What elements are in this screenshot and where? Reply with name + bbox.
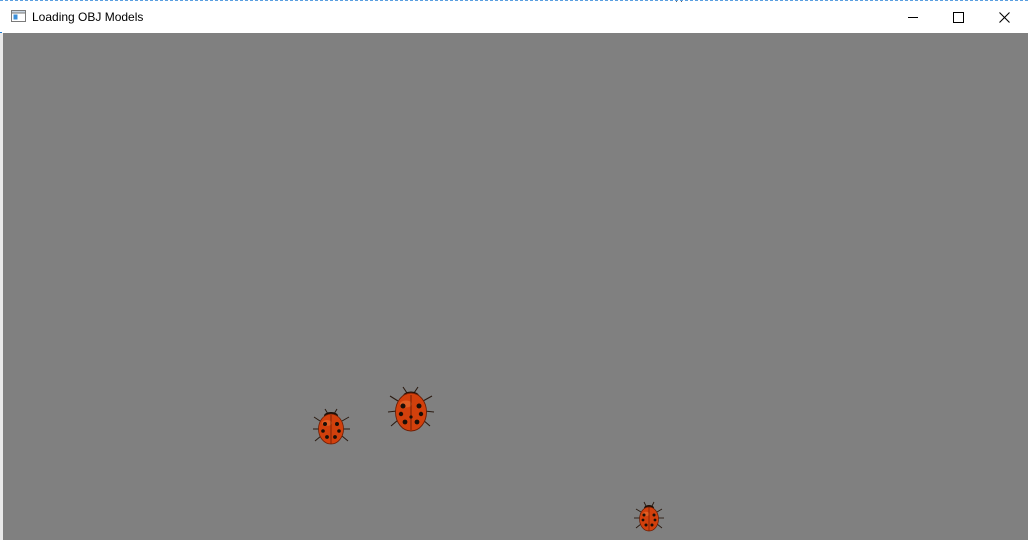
render-viewport[interactable]	[3, 33, 1028, 540]
ladybug-model	[313, 408, 350, 445]
minimize-button[interactable]	[890, 2, 936, 32]
ladybug-model	[387, 386, 435, 432]
app-window: Loading OBJ Models	[0, 0, 1028, 540]
close-icon	[998, 11, 1010, 23]
close-button[interactable]	[981, 2, 1027, 32]
maximize-button[interactable]	[935, 2, 981, 32]
minimize-icon	[907, 16, 918, 18]
app-window-icon	[11, 10, 26, 22]
maximize-icon	[952, 11, 964, 23]
window-title: Loading OBJ Models	[32, 10, 144, 24]
title-bar[interactable]: Loading OBJ Models	[0, 2, 1028, 32]
ladybug-model	[634, 501, 664, 532]
